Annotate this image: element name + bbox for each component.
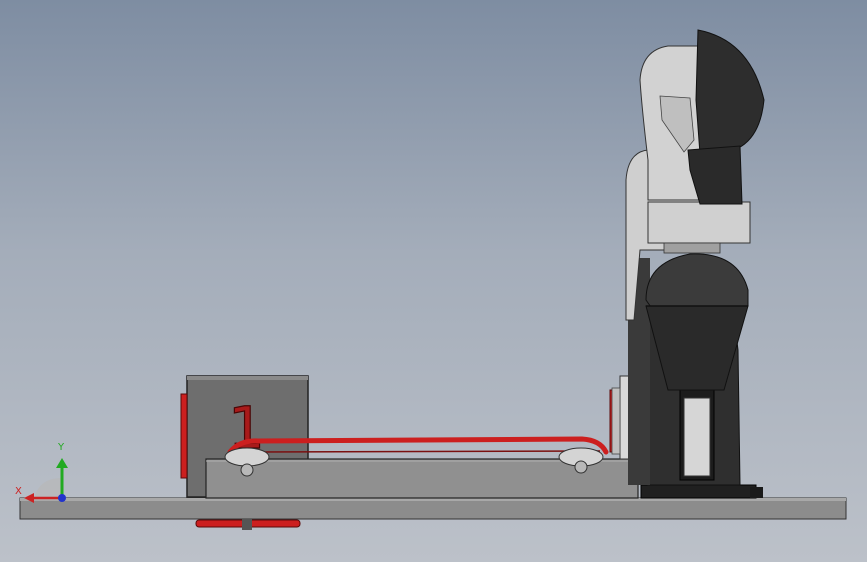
conveyor-belt-shadow [235, 450, 601, 453]
label-box-top-edge [187, 376, 308, 380]
cad-model-scene[interactable]: 1 [0, 0, 867, 562]
z-axis-dot [58, 494, 66, 502]
y-axis-label: Y [58, 442, 65, 453]
robot-base-mount[interactable] [640, 484, 757, 499]
bracket-plate [611, 387, 621, 455]
left-pulley[interactable] [224, 447, 270, 467]
x-axis-label: X [15, 486, 22, 497]
y-axis-arrowhead [56, 458, 68, 468]
coordinate-triad [24, 458, 68, 503]
base-plate[interactable] [19, 497, 847, 520]
triad-plane [34, 478, 62, 500]
graphics-viewport[interactable]: 1 Y X [0, 0, 867, 562]
elbow-collar[interactable] [647, 201, 751, 244]
left-bolt [240, 463, 254, 477]
clamp-insert [683, 397, 711, 477]
robot-base-foot [750, 487, 763, 498]
label-box-red-side [180, 393, 188, 479]
wrist-joint[interactable] [695, 29, 765, 155]
elbow-collar-neck [663, 242, 721, 254]
right-bolt [574, 460, 588, 474]
red-foot-stem [242, 519, 252, 530]
